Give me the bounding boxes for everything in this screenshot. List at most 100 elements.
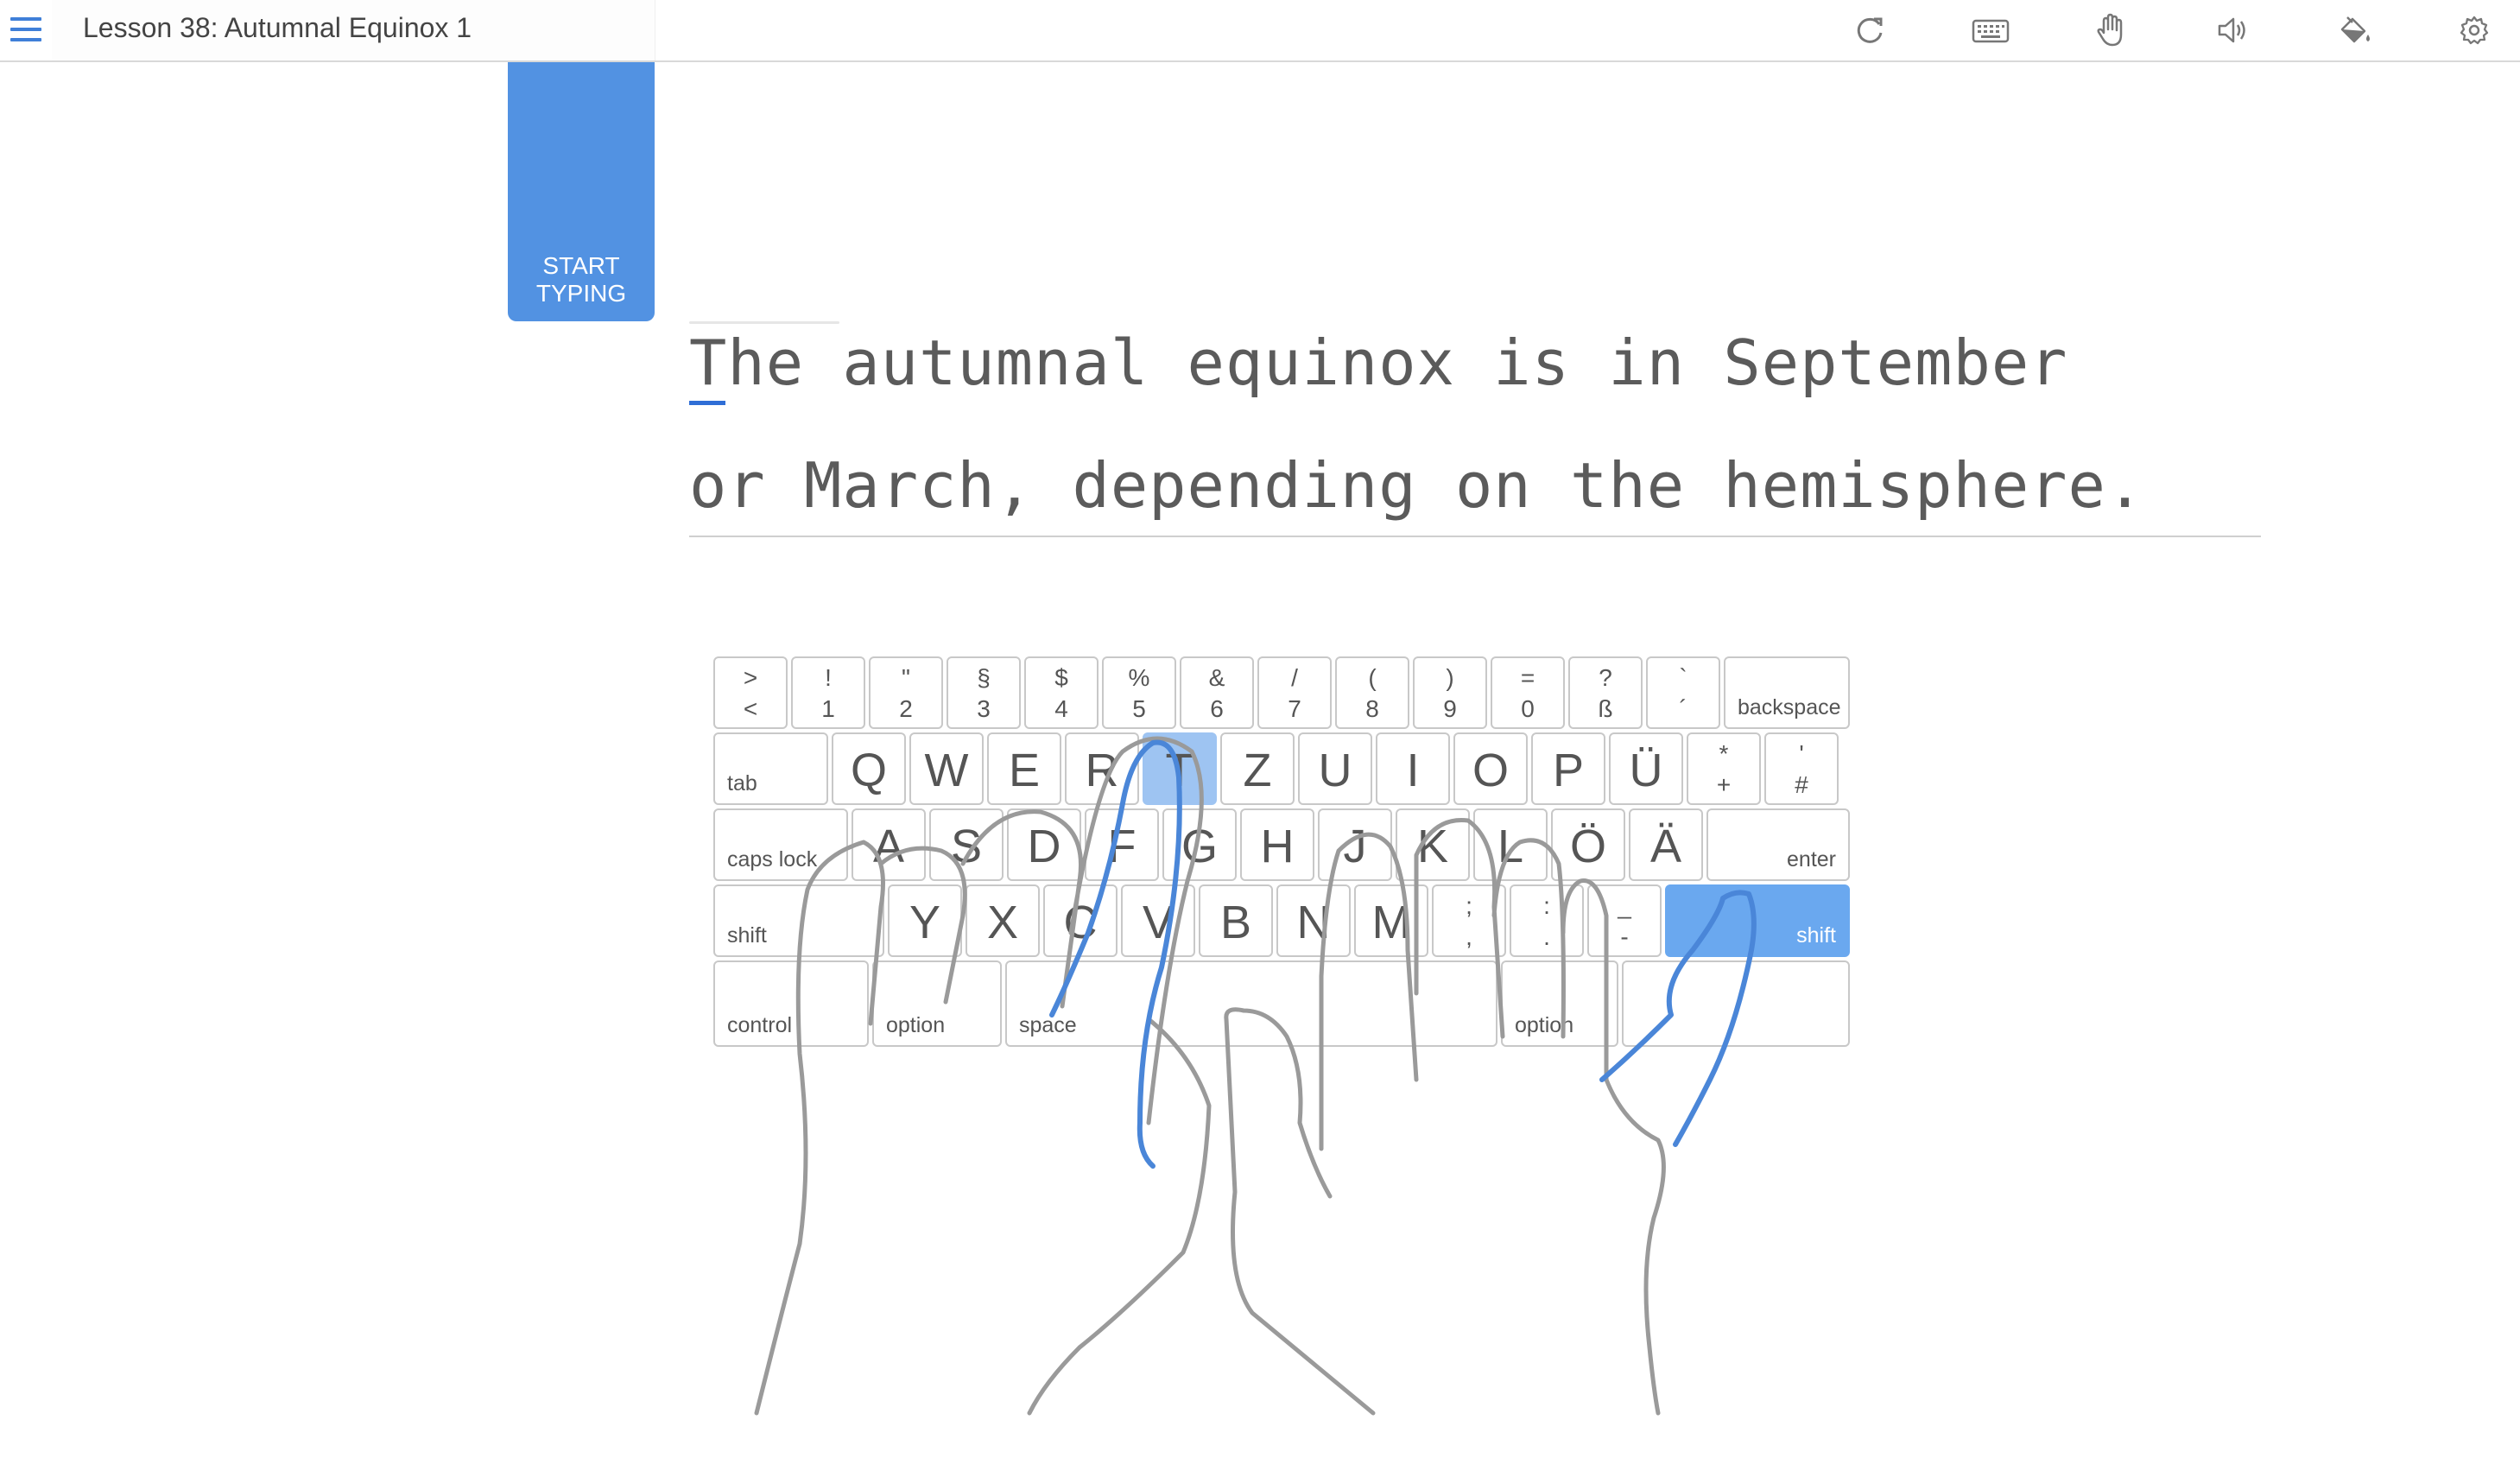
key-label: X (986, 897, 1019, 948)
key-label: backspace (1738, 695, 1841, 719)
key-X[interactable]: X (966, 884, 1040, 957)
key-J[interactable]: J (1318, 808, 1392, 881)
key-S[interactable]: S (929, 808, 1004, 881)
hand-icon[interactable] (2090, 9, 2133, 52)
key-label: 4 (1054, 695, 1068, 722)
key-.[interactable]: :. (1510, 884, 1584, 957)
key-V[interactable]: V (1121, 884, 1195, 957)
key-option-right[interactable]: option (1501, 960, 1618, 1047)
key-P[interactable]: P (1531, 732, 1605, 805)
lesson-title: Lesson 38: Autumnal Equinox 1 (83, 12, 472, 43)
key--[interactable]: _ - (1587, 884, 1662, 957)
key-R[interactable]: R (1065, 732, 1139, 805)
key-label: $ (1054, 664, 1068, 691)
key-H[interactable]: H (1240, 808, 1314, 881)
key-label: ! (825, 664, 832, 691)
key-label: A (872, 821, 905, 872)
key-label: 7 (1288, 695, 1301, 722)
key-M[interactable]: M (1354, 884, 1428, 957)
key-label: W (924, 745, 969, 796)
key-blank-right[interactable] (1622, 960, 1850, 1047)
key-4[interactable]: $4 (1024, 656, 1099, 729)
key-Y[interactable]: Y (888, 884, 962, 957)
key-enter[interactable]: enter (1706, 808, 1850, 881)
key-O[interactable]: O (1453, 732, 1528, 805)
key-5[interactable]: % 5 (1102, 656, 1176, 729)
key-Ä[interactable]: Ä (1629, 808, 1703, 881)
key-label: 2 (899, 695, 913, 722)
key-E[interactable]: E (987, 732, 1061, 805)
key-K[interactable]: K (1396, 808, 1470, 881)
key-9[interactable]: ) 9 (1413, 656, 1487, 729)
key-W[interactable]: W (909, 732, 984, 805)
restart-icon[interactable] (1848, 9, 1891, 52)
lesson-text-area[interactable]: The autumnal equinox is in September or … (689, 326, 2261, 537)
key-N[interactable]: N (1276, 884, 1351, 957)
key-6[interactable]: & 6 (1180, 656, 1254, 729)
key-U[interactable]: U (1298, 732, 1372, 805)
key-A[interactable]: A (852, 808, 926, 881)
sound-icon[interactable] (2211, 9, 2254, 52)
key-label: 0 (1521, 695, 1535, 722)
key-label: " (902, 664, 910, 691)
key-label: # (1795, 771, 1808, 798)
key-D[interactable]: D (1007, 808, 1081, 881)
key-label: = (1520, 664, 1535, 691)
key-shift-left[interactable]: shift (713, 884, 884, 957)
key-G[interactable]: G (1162, 808, 1237, 881)
gear-icon[interactable] (2453, 9, 2496, 52)
key-1[interactable]: ! 1 (791, 656, 865, 729)
key-´[interactable]: ` ´ (1646, 656, 1720, 729)
top-bar: Lesson 38: Autumnal Equinox 1 (0, 0, 2520, 62)
key-backspace[interactable]: backspace (1724, 656, 1850, 729)
key-label: > (743, 664, 758, 691)
key-I[interactable]: I (1376, 732, 1450, 805)
start-typing-button[interactable]: START TYPING (508, 62, 655, 321)
key-label: T (1165, 745, 1194, 796)
key-label: P (1552, 745, 1585, 796)
key-label: D (1027, 821, 1061, 872)
menu-icon[interactable] (7, 10, 45, 48)
key-label: Ö (1569, 821, 1606, 872)
key-F[interactable]: F (1085, 808, 1159, 881)
keyboard-icon[interactable] (1969, 9, 2012, 52)
key-label: L (1497, 821, 1524, 872)
key-,[interactable]: ;, (1432, 884, 1506, 957)
key-Ö[interactable]: Ö (1551, 808, 1625, 881)
key-label: space (1019, 1013, 1077, 1037)
key-label: M (1371, 897, 1411, 948)
key-label: I (1406, 745, 1420, 796)
key-control[interactable]: control (713, 960, 869, 1047)
key-ß[interactable]: ? ß (1568, 656, 1643, 729)
key-caps-lock[interactable]: caps lock (713, 808, 848, 881)
key-label: O (1472, 745, 1509, 796)
key-label: 8 (1365, 695, 1379, 722)
key-C[interactable]: C (1043, 884, 1118, 957)
key-T[interactable]: T (1143, 732, 1217, 805)
key-B[interactable]: B (1199, 884, 1273, 957)
key-space[interactable]: space (1005, 960, 1497, 1047)
key-Q[interactable]: Q (832, 732, 906, 805)
key-#[interactable]: ' # (1764, 732, 1839, 805)
key-label: ` (1679, 664, 1687, 691)
key-3[interactable]: § 3 (947, 656, 1021, 729)
key-label: J (1343, 821, 1367, 872)
key-Ü[interactable]: Ü (1609, 732, 1683, 805)
key-Z[interactable]: Z (1220, 732, 1295, 805)
key-2[interactable]: " 2 (869, 656, 943, 729)
key-label: § (977, 664, 991, 691)
key-+[interactable]: * + (1687, 732, 1761, 805)
key-option-left[interactable]: option (872, 960, 1002, 1047)
key-label: ; (1466, 892, 1472, 919)
key-8[interactable]: (8 (1335, 656, 1409, 729)
key-<[interactable]: > < (713, 656, 788, 729)
key-0[interactable]: = 0 (1491, 656, 1565, 729)
key-label: 1 (821, 695, 835, 722)
key-tab[interactable]: tab (713, 732, 828, 805)
key-label: option (1515, 1013, 1574, 1037)
key-7[interactable]: /7 (1257, 656, 1332, 729)
key-shift-right[interactable]: shift (1665, 884, 1850, 957)
typing-cursor (689, 401, 725, 405)
paint-bucket-icon[interactable] (2332, 9, 2375, 52)
key-L[interactable]: L (1473, 808, 1548, 881)
